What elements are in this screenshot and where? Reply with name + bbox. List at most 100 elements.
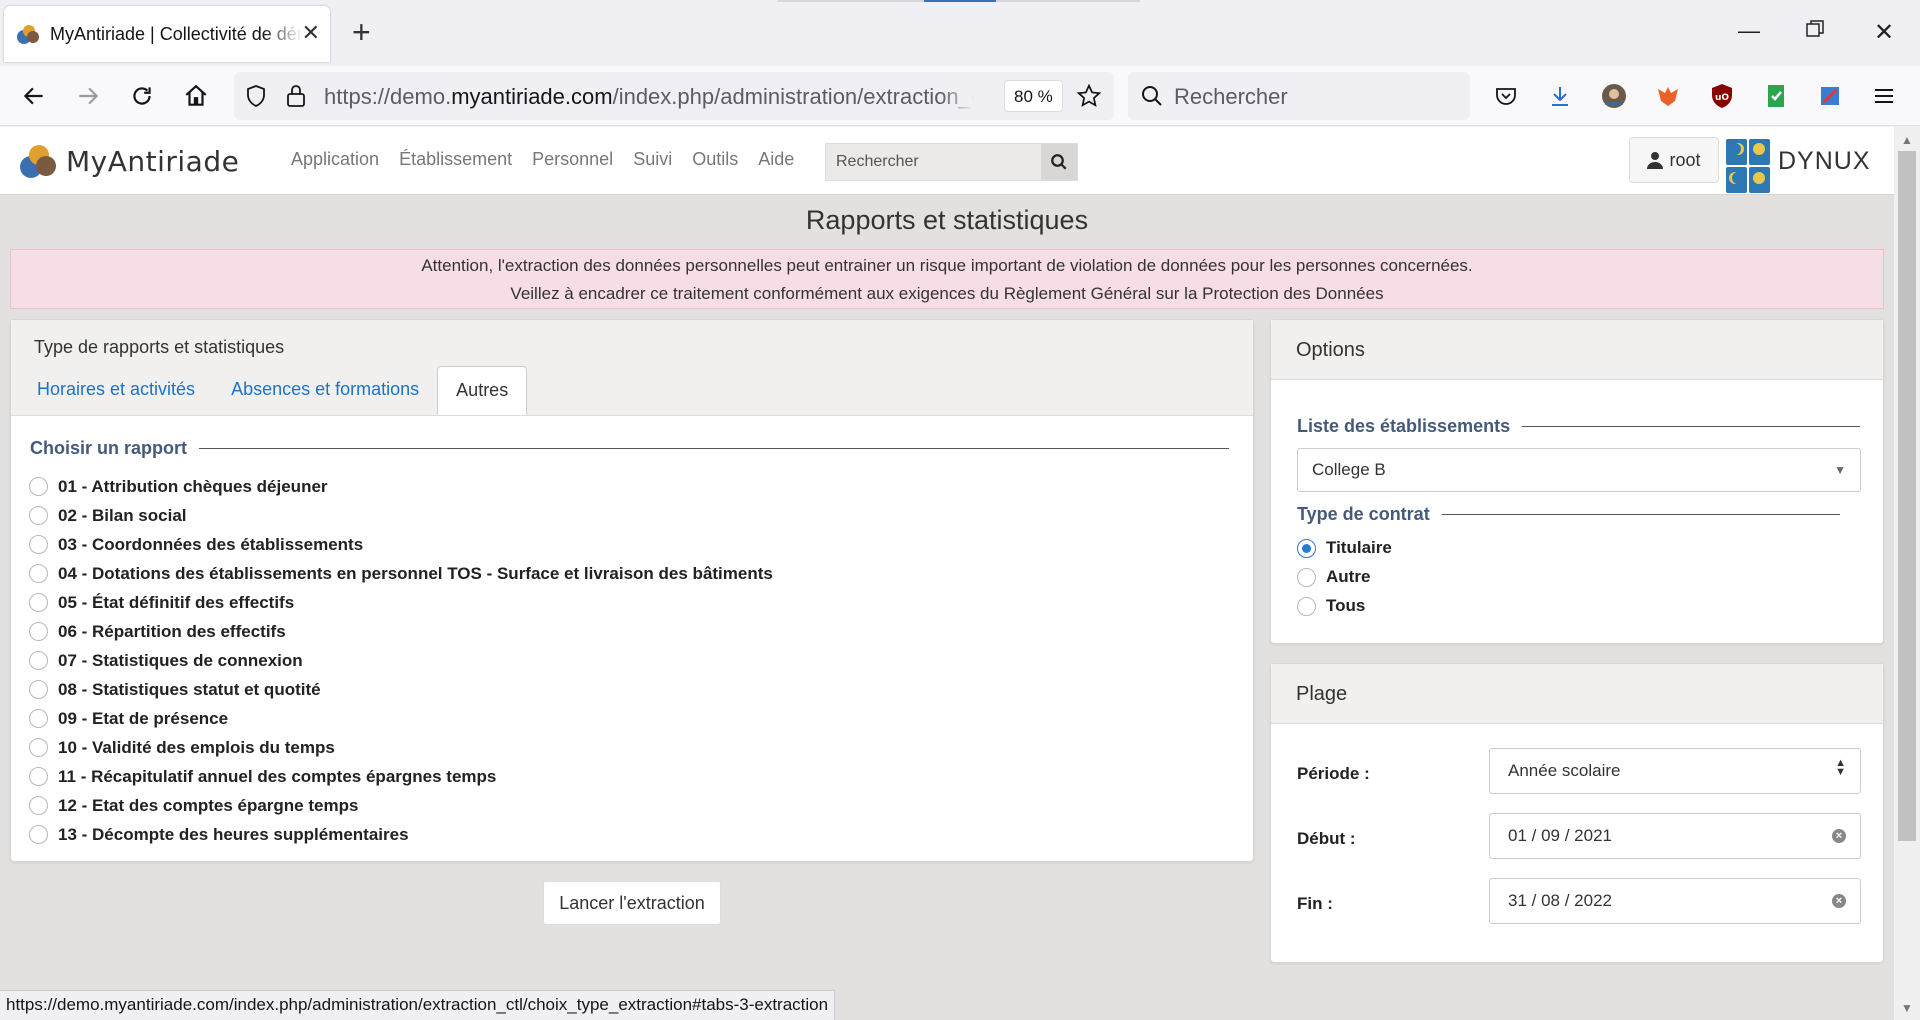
tab-autres[interactable]: Autres xyxy=(437,366,528,415)
etablissement-value: College B xyxy=(1312,460,1386,479)
report-item[interactable]: 10 - Validité des emplois du temps xyxy=(29,733,773,762)
logo-mark-icon xyxy=(18,141,58,181)
report-label: 02 - Bilan social xyxy=(58,505,187,525)
report-radio[interactable] xyxy=(29,593,48,612)
contrat-option-autre[interactable]: Autre xyxy=(1297,567,1370,587)
menu-etablissement[interactable]: Établissement xyxy=(399,149,512,170)
report-radio[interactable] xyxy=(29,477,48,496)
report-item[interactable]: 05 - État définitif des effectifs xyxy=(29,588,773,617)
scrollbar-thumb[interactable] xyxy=(1898,151,1916,841)
debut-date-input[interactable]: 01 / 09 / 2021 × xyxy=(1489,813,1861,859)
periode-select[interactable]: Année scolaire ▲ ▼ xyxy=(1489,748,1861,794)
shield-icon[interactable] xyxy=(244,84,268,113)
report-radio[interactable] xyxy=(29,622,48,641)
report-item[interactable]: 09 - Etat de présence xyxy=(29,704,773,733)
contrat-radio[interactable] xyxy=(1297,567,1316,587)
report-type-tabs: Horaires et activités Absences et format… xyxy=(19,366,528,415)
contrat-option-titulaire[interactable]: Titulaire xyxy=(1297,538,1392,558)
report-radio[interactable] xyxy=(29,825,48,844)
restore-icon[interactable] xyxy=(1806,18,1824,44)
back-icon[interactable] xyxy=(18,80,50,112)
fin-value: 31 / 08 / 2022 xyxy=(1508,891,1612,910)
report-label: 03 - Coordonnées des établissements xyxy=(58,534,364,554)
fin-label: Fin : xyxy=(1297,894,1333,913)
report-item[interactable]: 06 - Répartition des effectifs xyxy=(29,617,773,646)
ublock-icon[interactable]: uO xyxy=(1706,80,1738,112)
report-label: 13 - Décompte des heures supplémentaires xyxy=(58,824,409,844)
report-item[interactable]: 08 - Statistiques statut et quotité xyxy=(29,675,773,704)
url-path: /index.php/administration/extraction_ctl… xyxy=(612,84,974,109)
site-search xyxy=(825,143,1078,181)
scroll-up-icon[interactable]: ▲ xyxy=(1901,133,1913,147)
tab-absences[interactable]: Absences et formations xyxy=(213,366,437,414)
browser-tab[interactable]: MyAntiriade | Collectivité de démonstrat… xyxy=(4,6,330,62)
user-name: root xyxy=(1669,149,1701,170)
plage-title: Plage xyxy=(1296,683,1348,705)
myantiriade-logo[interactable]: MyAntiriade xyxy=(18,141,239,181)
menu-suivi[interactable]: Suivi xyxy=(633,149,672,170)
pocket-icon[interactable] xyxy=(1490,80,1522,112)
scroll-down-icon[interactable]: ▼ xyxy=(1901,1001,1913,1015)
options-panel-header: Options xyxy=(1271,320,1883,380)
zoom-level[interactable]: 80 % xyxy=(1004,80,1063,112)
report-label: 05 - État définitif des effectifs xyxy=(58,592,295,612)
fox-extension-icon[interactable] xyxy=(1652,80,1684,112)
url-bar[interactable]: https://demo.myantiriade.com/index.php/a… xyxy=(234,72,1114,120)
site-search-button[interactable] xyxy=(1041,144,1077,180)
clear-date-icon[interactable]: × xyxy=(1832,894,1846,908)
report-radio[interactable] xyxy=(29,796,48,815)
page-scrollbar[interactable]: ▲ ▼ xyxy=(1894,127,1920,1020)
report-item[interactable]: 04 - Dotations des établissements en per… xyxy=(29,559,773,588)
menu-personnel[interactable]: Personnel xyxy=(532,149,613,170)
close-window-icon[interactable]: ✕ xyxy=(1874,18,1894,47)
report-item[interactable]: 07 - Statistiques de connexion xyxy=(29,646,773,675)
browser-search-box[interactable]: Rechercher xyxy=(1128,72,1470,120)
clear-date-icon[interactable]: × xyxy=(1832,829,1846,843)
menu-application[interactable]: Application xyxy=(291,149,379,170)
fin-date-input[interactable]: 31 / 08 / 2022 × xyxy=(1489,878,1861,924)
magnifier-icon xyxy=(1051,154,1067,170)
hamburger-menu-icon[interactable] xyxy=(1868,80,1900,112)
launch-extraction-button[interactable]: Lancer l'extraction xyxy=(543,881,721,925)
profile-avatar-icon[interactable] xyxy=(1598,80,1630,112)
report-radio[interactable] xyxy=(29,738,48,757)
menu-aide[interactable]: Aide xyxy=(758,149,794,170)
report-item[interactable]: 12 - Etat des comptes épargne temps xyxy=(29,791,773,820)
contrat-option-tous[interactable]: Tous xyxy=(1297,596,1365,616)
report-radio[interactable] xyxy=(29,564,48,583)
reports-panel-title: Type de rapports et statistiques xyxy=(34,337,285,357)
zotero-extension-icon[interactable] xyxy=(1814,80,1846,112)
site-search-input[interactable] xyxy=(826,144,1036,180)
user-menu-button[interactable]: root xyxy=(1629,137,1719,183)
report-radio[interactable] xyxy=(29,651,48,670)
contrat-label: Tous xyxy=(1326,596,1366,615)
report-radio[interactable] xyxy=(29,535,48,554)
checkmark-extension-icon[interactable] xyxy=(1760,80,1792,112)
report-radio[interactable] xyxy=(29,506,48,525)
contrat-radio[interactable] xyxy=(1297,538,1316,558)
report-radio[interactable] xyxy=(29,680,48,699)
download-icon[interactable] xyxy=(1544,80,1576,112)
etablissement-select[interactable]: College B ▼ xyxy=(1297,448,1861,492)
report-item[interactable]: 01 - Attribution chèques déjeuner xyxy=(29,472,773,501)
report-item[interactable]: 13 - Décompte des heures supplémentaires xyxy=(29,820,773,849)
report-item[interactable]: 02 - Bilan social xyxy=(29,501,773,530)
bookmark-star-icon[interactable] xyxy=(1076,83,1102,114)
logo-text: MyAntiriade xyxy=(66,144,240,178)
home-icon[interactable] xyxy=(180,80,212,112)
report-item[interactable]: 03 - Coordonnées des établissements xyxy=(29,530,773,559)
new-tab-icon[interactable]: + xyxy=(352,16,371,48)
reload-icon[interactable] xyxy=(126,80,158,112)
reports-panel-header: Type de rapports et statistiques Horaire… xyxy=(11,320,1253,416)
report-radio[interactable] xyxy=(29,709,48,728)
minimize-icon[interactable]: — xyxy=(1738,18,1760,44)
forward-icon[interactable] xyxy=(72,80,104,112)
menu-outils[interactable]: Outils xyxy=(692,149,738,170)
contrat-radio[interactable] xyxy=(1297,596,1316,616)
tab-horaires[interactable]: Horaires et activités xyxy=(19,366,213,414)
select-updown-icon: ▲ ▼ xyxy=(1835,757,1846,778)
report-item[interactable]: 11 - Récapitulatif annuel des comptes ép… xyxy=(29,762,773,791)
tab-close-icon[interactable]: ✕ xyxy=(302,22,320,44)
report-radio[interactable] xyxy=(29,767,48,786)
lock-icon[interactable] xyxy=(284,83,308,114)
